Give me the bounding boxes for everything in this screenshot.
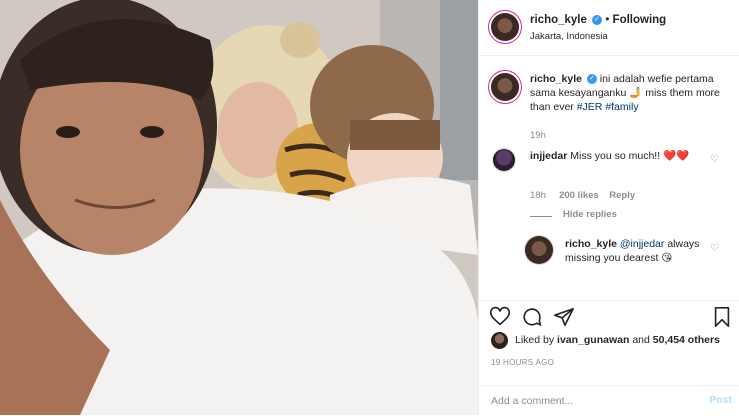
- author-username[interactable]: richo_kyle: [530, 14, 587, 26]
- reply-like-heart-icon[interactable]: ♡: [710, 244, 720, 254]
- caption-text: richo_kyle ✓ ini adalah wefie pertama sa…: [530, 72, 725, 114]
- comment-emoji: ❤️❤️: [663, 150, 690, 162]
- reply-username[interactable]: richo_kyle: [565, 238, 617, 250]
- comments-area: richo_kyle ✓ ini adalah wefie pertama sa…: [479, 56, 739, 299]
- likes-summary: Liked by ivan_gunawan and 50,454 others: [515, 334, 720, 346]
- instagram-post: richo_kyle ✓ • Following Jakarta, Indone…: [0, 0, 739, 415]
- comment-age: 18h: [530, 190, 546, 201]
- verified-badge-icon: ✓: [592, 14, 603, 25]
- comment-like-heart-icon[interactable]: ♡: [710, 155, 720, 165]
- add-comment-input[interactable]: [489, 390, 693, 412]
- comment-username[interactable]: injjedar: [530, 150, 567, 162]
- post-comment-button[interactable]: Post: [709, 394, 732, 406]
- comment-icon[interactable]: [521, 306, 543, 328]
- post-actions: Liked by ivan_gunawan and 50,454 others …: [479, 300, 739, 386]
- share-icon[interactable]: [553, 306, 575, 328]
- reply-button[interactable]: Reply: [609, 190, 635, 201]
- post-header: richo_kyle ✓ • Following Jakarta, Indone…: [479, 0, 739, 56]
- liker-avatar[interactable]: [491, 332, 508, 349]
- post-timestamp[interactable]: 19 HOURS AGO: [491, 358, 554, 367]
- bookmark-icon[interactable]: [711, 306, 733, 328]
- author-avatar[interactable]: [491, 13, 519, 41]
- likes-count[interactable]: 50,454 others: [653, 334, 720, 346]
- reply-avatar[interactable]: [525, 236, 553, 264]
- reply-richo-kyle: richo_kyle @injjedar always missing you …: [565, 237, 700, 265]
- hide-replies-line: [530, 216, 552, 217]
- comment-injjedar: injjedar Miss you so much!! ❤️❤️: [530, 149, 705, 163]
- commenter-avatar[interactable]: [493, 149, 515, 171]
- post-location[interactable]: Jakarta, Indonesia: [530, 31, 608, 42]
- likes-mid: and: [632, 334, 650, 346]
- post-photo[interactable]: [0, 0, 478, 415]
- comment-likes[interactable]: 200 likes: [559, 190, 599, 201]
- post-side-panel: richo_kyle ✓ • Following Jakarta, Indone…: [478, 0, 739, 415]
- caption-age: 19h: [530, 130, 546, 141]
- liker-username[interactable]: ivan_gunawan: [557, 334, 629, 346]
- comment-meta: 18h 200 likes Reply: [530, 190, 635, 201]
- hide-replies-button[interactable]: Hide replies: [563, 209, 617, 220]
- hashtag-family[interactable]: #family: [605, 101, 638, 113]
- verified-badge-icon: ✓: [586, 74, 597, 85]
- separator-dot: •: [605, 14, 613, 26]
- heart-icon[interactable]: [489, 306, 511, 328]
- caption-username[interactable]: richo_kyle: [530, 73, 582, 85]
- photo-illustration: [0, 0, 478, 415]
- comment-body: Miss you so much!!: [570, 150, 661, 162]
- author-line: richo_kyle ✓ • Following: [530, 14, 666, 26]
- likes-prefix: Liked by: [515, 334, 555, 346]
- caption-avatar[interactable]: [491, 73, 519, 101]
- following-button[interactable]: Following: [613, 14, 667, 26]
- reply-emoji: 😘: [661, 252, 673, 264]
- add-comment-bar: Post: [479, 385, 739, 416]
- reply-mention[interactable]: @injjedar: [620, 238, 665, 250]
- hashtag-jer[interactable]: #JER: [577, 101, 603, 113]
